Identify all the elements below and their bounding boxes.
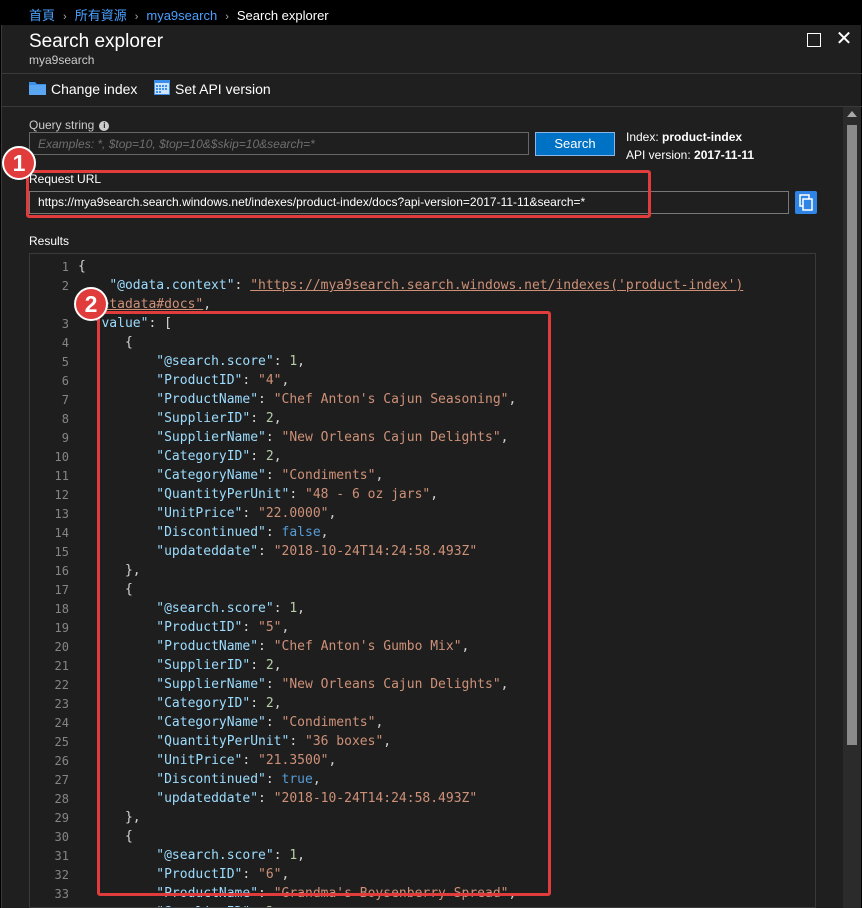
query-string-label: Query string i bbox=[29, 118, 110, 132]
copy-icon bbox=[799, 194, 813, 211]
info-icon[interactable]: i bbox=[99, 121, 110, 131]
line-number: 6 bbox=[61, 374, 69, 388]
api-version-value: 2017-11-11 bbox=[694, 148, 755, 162]
set-api-version-button[interactable]: Set API version bbox=[154, 76, 271, 102]
scrollbar-thumb[interactable] bbox=[847, 125, 857, 745]
code-token: { bbox=[78, 259, 86, 274]
maximize-icon[interactable] bbox=[807, 33, 821, 47]
code-line: "@odata.context": "https://mya9search.se… bbox=[78, 278, 743, 293]
breadcrumb-current: Search explorer bbox=[236, 8, 329, 23]
line-number: 29 bbox=[54, 811, 69, 825]
scroll-up-arrow-icon[interactable] bbox=[847, 111, 857, 117]
line-number: 7 bbox=[61, 393, 69, 407]
line-number: 4 bbox=[61, 336, 69, 350]
breadcrumb-separator: › bbox=[225, 11, 229, 23]
code-token: : bbox=[234, 278, 251, 293]
api-version-label: API version: bbox=[626, 148, 691, 162]
calendar-icon bbox=[154, 80, 170, 98]
callout-badge-2: 2 bbox=[74, 287, 108, 321]
line-number-gutter: 1 2 3 4 5 6 7 8 9 10 11 12 13 14 15 16 17 18 19 20 21 22 23 24 2… bbox=[30, 254, 72, 907]
code-token: "https://mya9search.search.windows.net/i… bbox=[250, 278, 744, 293]
line-number: 15 bbox=[54, 545, 69, 559]
code-token: "@odata.context" bbox=[109, 278, 235, 293]
index-label: Index: bbox=[626, 130, 659, 144]
search-explorer-panel: Search explorer mya9search ✕ Change inde… bbox=[1, 25, 862, 908]
line-number: 31 bbox=[54, 849, 69, 863]
line-number: 14 bbox=[54, 526, 69, 540]
toolbar-divider bbox=[2, 106, 862, 107]
line-number: 8 bbox=[61, 412, 69, 426]
line-number: 25 bbox=[54, 735, 69, 749]
line-number: 19 bbox=[54, 621, 69, 635]
line-number: 23 bbox=[54, 697, 69, 711]
value-array-highlight bbox=[97, 311, 551, 896]
results-label: Results bbox=[29, 234, 70, 248]
line-number: 1 bbox=[61, 260, 69, 274]
page-subtitle: mya9search bbox=[29, 53, 95, 67]
breadcrumb: 首頁 › 所有資源 › mya9search › Search explorer bbox=[0, 0, 862, 24]
code-token: , bbox=[203, 297, 212, 312]
line-number: 21 bbox=[54, 659, 69, 673]
breadcrumb-separator: › bbox=[134, 11, 139, 23]
page-title: Search explorer bbox=[29, 31, 164, 52]
toolbar: Change index Set API version bbox=[2, 76, 862, 104]
folder-icon bbox=[29, 81, 46, 98]
index-info: Index: product-index API version: 2017-1… bbox=[626, 128, 754, 164]
line-number: 11 bbox=[54, 469, 69, 483]
line-number: 22 bbox=[54, 678, 69, 692]
callout-badge-1: 1 bbox=[2, 146, 36, 180]
line-number: 18 bbox=[54, 602, 69, 616]
line-number: 16 bbox=[54, 564, 69, 578]
line-number: 17 bbox=[54, 583, 69, 597]
line-number: 27 bbox=[54, 773, 69, 787]
breadcrumb-resources-link[interactable]: 所有資源 bbox=[75, 8, 127, 23]
close-icon[interactable]: ✕ bbox=[834, 28, 854, 50]
line-number: 32 bbox=[54, 868, 69, 882]
breadcrumb-home-link[interactable]: 首頁 bbox=[29, 8, 55, 23]
line-number: 5 bbox=[61, 355, 69, 369]
search-button[interactable]: Search bbox=[535, 132, 615, 156]
line-number: 33 bbox=[54, 887, 69, 901]
request-url-highlight bbox=[26, 170, 651, 218]
line-number: 24 bbox=[54, 716, 69, 730]
change-index-button[interactable]: Change index bbox=[29, 76, 137, 102]
line-number: 28 bbox=[54, 792, 69, 806]
breadcrumb-service-link[interactable]: mya9search bbox=[146, 8, 217, 23]
breadcrumb-separator: › bbox=[63, 11, 67, 23]
line-number: 12 bbox=[54, 488, 69, 502]
set-api-version-label: Set API version bbox=[175, 81, 271, 97]
copy-button[interactable] bbox=[795, 191, 817, 214]
header-divider bbox=[2, 73, 862, 74]
vertical-scrollbar[interactable] bbox=[843, 107, 861, 908]
line-number: 13 bbox=[54, 507, 69, 521]
line-number: 3 bbox=[61, 317, 69, 331]
change-index-label: Change index bbox=[51, 81, 138, 97]
code-line: { bbox=[78, 259, 86, 274]
line-number: 2 bbox=[61, 279, 69, 293]
index-value: product-index bbox=[662, 130, 743, 144]
line-number: 10 bbox=[54, 450, 69, 464]
line-number: 30 bbox=[54, 830, 69, 844]
query-string-label-text: Query string bbox=[29, 118, 95, 132]
line-number: 26 bbox=[54, 754, 69, 768]
line-number: 9 bbox=[61, 431, 69, 445]
query-string-input[interactable] bbox=[29, 132, 529, 155]
line-number: 20 bbox=[54, 640, 69, 654]
